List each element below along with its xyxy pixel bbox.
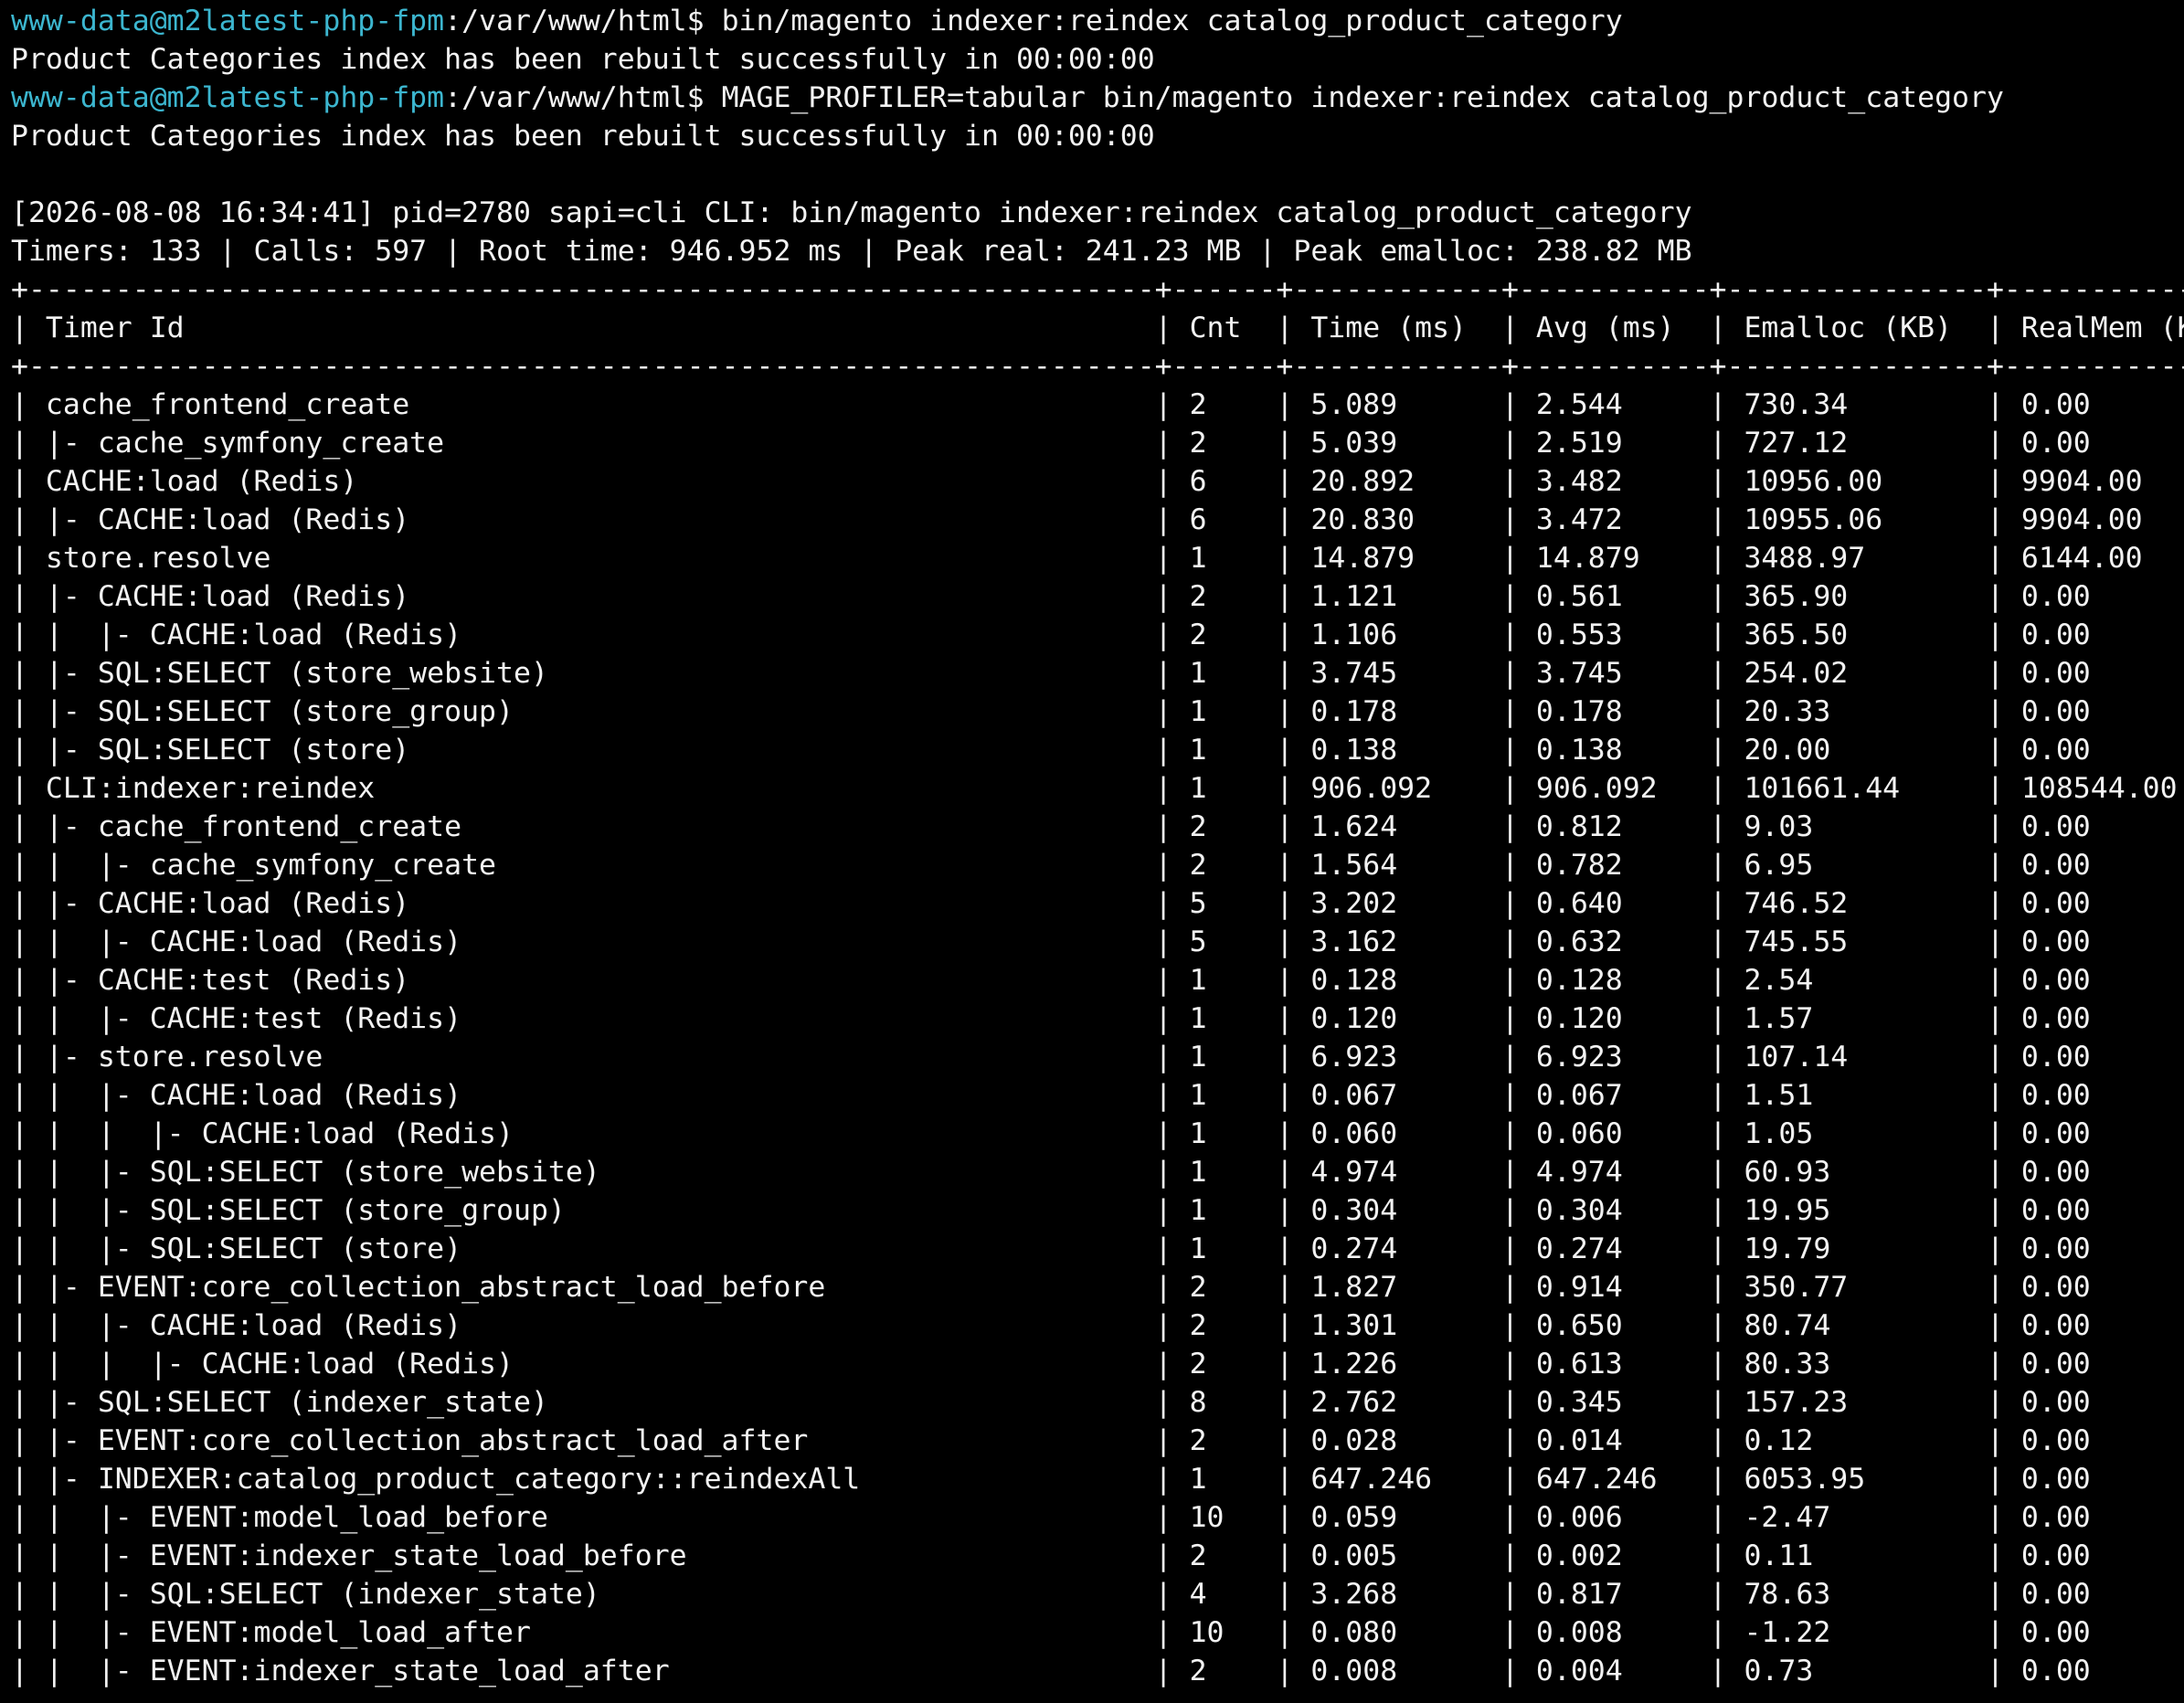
table-row: | | |- SQL:SELECT (store_group) | 1 | 0.… — [11, 1194, 2184, 1227]
table-row: | |- CACHE:load (Redis) | 2 | 1.121 | 0.… — [11, 580, 2184, 613]
terminal-window[interactable]: www-data@m2latest-php-fpm:/var/www/html$… — [0, 0, 2184, 1703]
command-line-1: www-data@m2latest-php-fpm:/var/www/html$… — [11, 2, 2184, 40]
table-row: | |- EVENT:core_collection_abstract_load… — [11, 1271, 2184, 1304]
table-row: | | |- SQL:SELECT (store_website) | 1 | … — [11, 1156, 2184, 1189]
table-row: | CLI:indexer:reindex | 1 | 906.092 | 90… — [11, 772, 2184, 805]
profiler-summary: Timers: 133 | Calls: 597 | Root time: 94… — [11, 235, 1692, 268]
table-row: | | |- CACHE:test (Redis) | 1 | 0.120 | … — [11, 1002, 2184, 1035]
table-row: | |- CACHE:load (Redis) | 6 | 20.830 | 3… — [11, 503, 2184, 536]
table-row: | | |- cache_symfony_create | 2 | 1.564 … — [11, 849, 2184, 882]
table-row: | | |- CACHE:load (Redis) | 1 | 0.067 | … — [11, 1079, 2184, 1112]
table-row: | | |- EVENT:model_load_before | 10 | 0.… — [11, 1501, 2184, 1534]
prompt-user: www-data@m2latest-php-fpm — [11, 81, 445, 114]
table-row: | cache_frontend_create | 2 | 5.089 | 2.… — [11, 388, 2184, 421]
table-row: | |- INDEXER:catalog_product_category::r… — [11, 1463, 2184, 1496]
table-row: | |- store.resolve | 1 | 6.923 | 6.923 |… — [11, 1041, 2184, 1074]
table-row: | |- CACHE:load (Redis) | 5 | 3.202 | 0.… — [11, 887, 2184, 920]
command-text: MAGE_PROFILER=tabular bin/magento indexe… — [721, 81, 2004, 114]
table-row: | |- cache_symfony_create | 2 | 5.039 | … — [11, 427, 2184, 460]
table-row: | | |- CACHE:load (Redis) | 2 | 1.301 | … — [11, 1309, 2184, 1342]
profiler-header: [2026-08-08 16:34:41] pid=2780 sapi=cli … — [11, 196, 1692, 229]
table-header-row: | Timer Id | Cnt | Time (ms) | Avg (ms) … — [11, 312, 2184, 344]
table-row: | | |- EVENT:indexer_state_load_before |… — [11, 1539, 2184, 1572]
table-row: | |- SQL:SELECT (store) | 1 | 0.138 | 0.… — [11, 734, 2184, 767]
table-border-header: +---------------------------------------… — [11, 350, 2184, 383]
table-row: | | |- EVENT:indexer_state_load_after | … — [11, 1655, 2184, 1687]
table-row: | CACHE:load (Redis) | 6 | 20.892 | 3.48… — [11, 465, 2184, 498]
prompt-user: www-data@m2latest-php-fpm — [11, 5, 445, 37]
table-row: | |- EVENT:core_collection_abstract_load… — [11, 1424, 2184, 1457]
table-row: | | |- EVENT:model_load_after | 10 | 0.0… — [11, 1616, 2184, 1649]
command-output-1: Product Categories index has been rebuil… — [11, 43, 1155, 76]
table-row: | |- CACHE:test (Redis) | 1 | 0.128 | 0.… — [11, 964, 2184, 997]
profiler-table-body: | cache_frontend_create | 2 | 5.089 | 2.… — [11, 386, 2184, 1690]
prompt-path: :/var/www/html$ — [444, 5, 722, 37]
table-row: | | |- SQL:SELECT (indexer_state) | 4 | … — [11, 1578, 2184, 1611]
table-border-top: +---------------------------------------… — [11, 273, 2184, 306]
table-row: | | |- SQL:SELECT (store) | 1 | 0.274 | … — [11, 1232, 2184, 1265]
command-output-2: Product Categories index has been rebuil… — [11, 120, 1155, 153]
table-row: | |- SQL:SELECT (store_group) | 1 | 0.17… — [11, 695, 2184, 728]
command-line-2: www-data@m2latest-php-fpm:/var/www/html$… — [11, 79, 2184, 117]
table-row: | store.resolve | 1 | 14.879 | 14.879 | … — [11, 542, 2184, 575]
table-row: | |- cache_frontend_create | 2 | 1.624 |… — [11, 810, 2184, 843]
prompt-path: :/var/www/html$ — [444, 81, 722, 114]
command-text: bin/magento indexer:reindex catalog_prod… — [721, 5, 1623, 37]
table-row: | |- SQL:SELECT (store_website) | 1 | 3.… — [11, 657, 2184, 690]
table-row: | | |- CACHE:load (Redis) | 2 | 1.106 | … — [11, 619, 2184, 651]
table-row: | | |- CACHE:load (Redis) | 5 | 3.162 | … — [11, 926, 2184, 958]
table-row: | | | |- CACHE:load (Redis) | 1 | 0.060 … — [11, 1117, 2184, 1150]
table-row: | | | |- CACHE:load (Redis) | 2 | 1.226 … — [11, 1348, 2184, 1380]
table-row: | |- SQL:SELECT (indexer_state) | 8 | 2.… — [11, 1386, 2184, 1419]
